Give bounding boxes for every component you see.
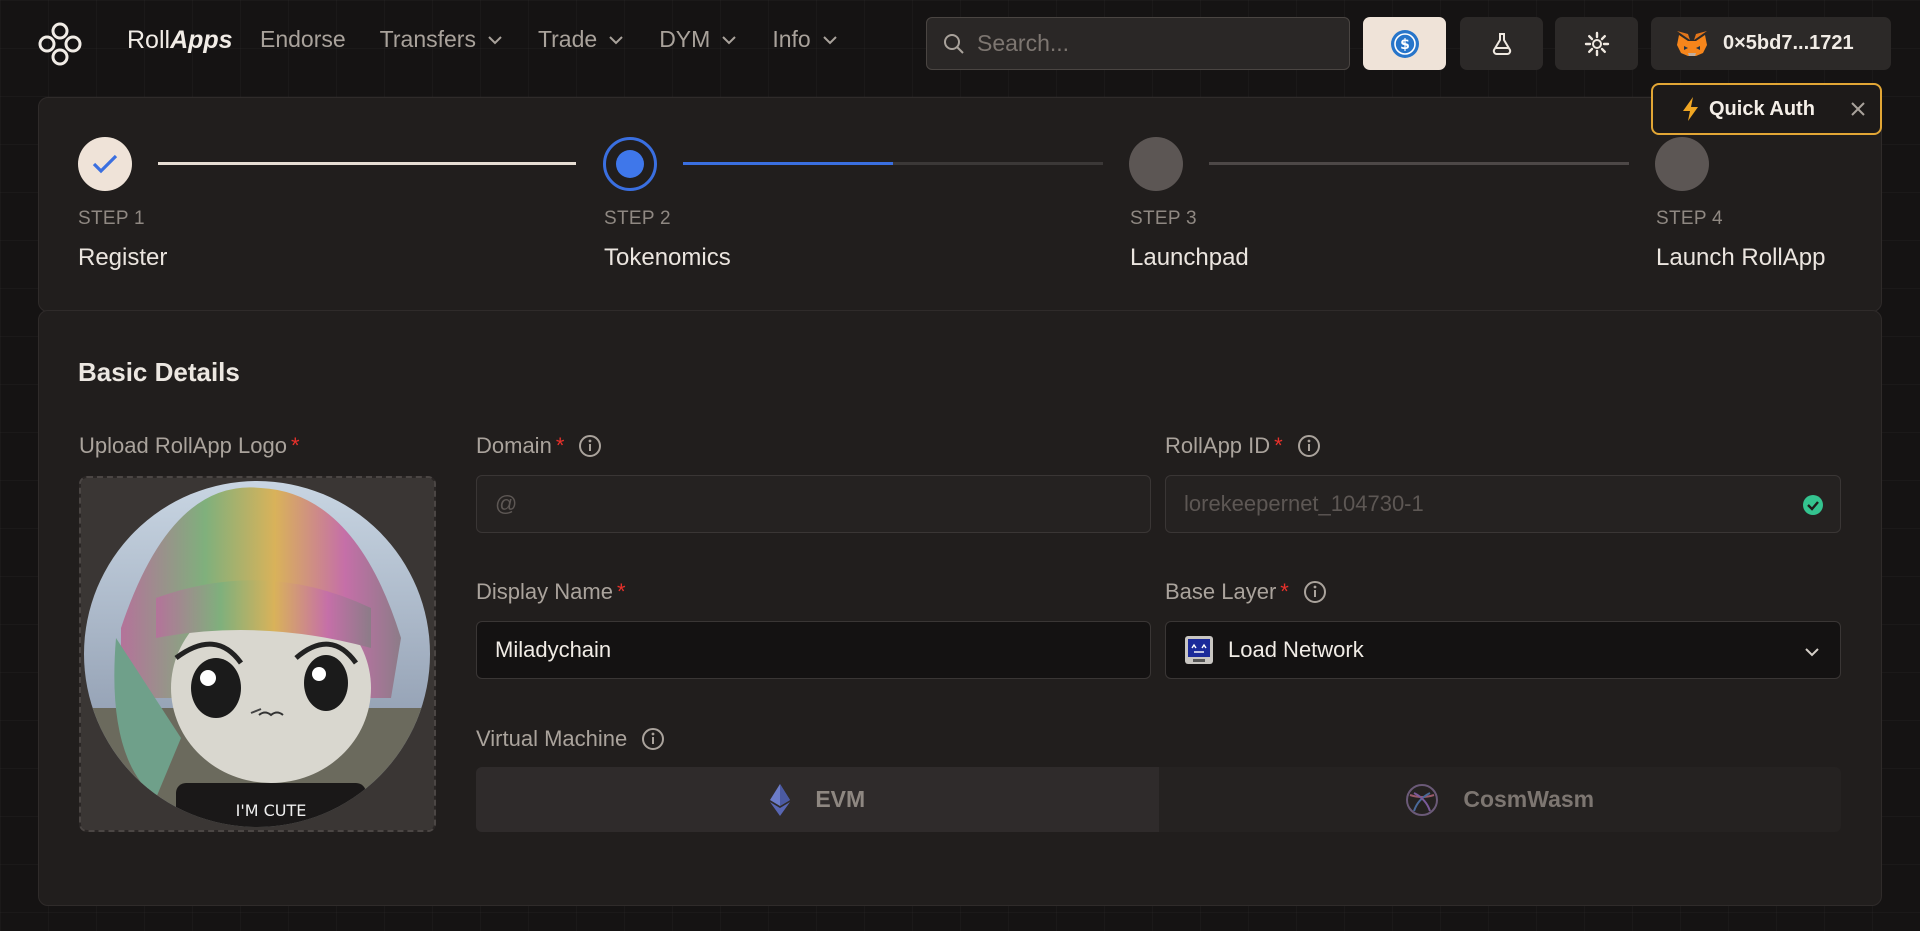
chevron-down-icon — [1805, 648, 1819, 657]
svg-text:$: $ — [1400, 37, 1410, 53]
virtual-machine-label: Virtual Machine — [476, 726, 665, 752]
required-mark: * — [1280, 579, 1289, 604]
domain-label: Domain * — [476, 433, 602, 459]
display-name-field[interactable] — [476, 621, 1151, 679]
step-4-title: Launch RollApp — [1656, 244, 1826, 271]
wallet-button[interactable]: 0×5bd7...1721 — [1651, 17, 1891, 70]
rollapp-id-label: RollApp ID * — [1165, 433, 1321, 459]
virtual-machine-label-text: Virtual Machine — [476, 726, 628, 751]
vm-option-cosmwasm[interactable]: CosmWasm — [1159, 767, 1842, 832]
nav-dym-label: DYM — [659, 26, 711, 52]
brand-name-plain: Roll — [127, 26, 171, 54]
rollapp-logo-image: I'M CUTE — [81, 478, 434, 830]
close-icon[interactable] — [1846, 97, 1870, 121]
stepper-card — [38, 97, 1882, 312]
info-icon[interactable] — [1297, 434, 1321, 458]
chevron-down-icon — [609, 35, 623, 44]
brand-name[interactable]: RollApps — [127, 26, 233, 55]
faucet-button[interactable] — [1460, 17, 1543, 70]
base-layer-value: Load Network — [1228, 637, 1364, 662]
step-connector-3 — [1209, 162, 1629, 165]
main-nav: Endorse Transfers Trade DYM Info — [260, 26, 873, 53]
step-3-label: STEP 3 — [1130, 208, 1197, 229]
gear-icon — [1584, 31, 1609, 56]
search-box[interactable] — [926, 17, 1350, 70]
nav-transfers-label: Transfers — [379, 26, 476, 52]
chevron-down-icon — [822, 35, 837, 44]
display-name-input[interactable] — [495, 637, 1150, 663]
step-3-indicator[interactable] — [1129, 137, 1183, 191]
nav-dym[interactable]: DYM — [659, 26, 738, 53]
checkmark-icon — [92, 154, 118, 174]
step-1-indicator[interactable] — [78, 137, 132, 191]
required-mark: * — [555, 433, 565, 458]
step-4-indicator[interactable] — [1655, 137, 1709, 191]
chevron-down-icon — [488, 35, 502, 44]
required-mark: * — [616, 579, 626, 604]
section-title: Basic Details — [78, 357, 240, 387]
logo-upload-label-text: Upload RollApp Logo — [79, 433, 287, 458]
brand-name-italic: Apps — [170, 26, 233, 54]
rollapp-id-field[interactable] — [1165, 475, 1841, 533]
rollapps-logo-icon[interactable] — [36, 20, 84, 68]
chevron-down-icon — [722, 35, 737, 44]
display-name-label: Display Name * — [476, 579, 626, 605]
info-icon[interactable] — [1303, 580, 1327, 604]
cosmwasm-icon — [1406, 783, 1439, 816]
nav-endorse[interactable]: Endorse — [260, 26, 346, 53]
flask-icon — [1492, 32, 1511, 55]
base-layer-select[interactable]: Load Network — [1165, 621, 1841, 679]
step-4-label: STEP 4 — [1656, 208, 1723, 229]
virtual-machine-toggle: EVM CosmWasm — [476, 767, 1841, 832]
rollapp-id-label-text: RollApp ID — [1165, 433, 1271, 458]
search-icon — [944, 33, 964, 54]
vm-option-evm-label: EVM — [815, 786, 866, 812]
nav-info[interactable]: Info — [772, 26, 838, 53]
nav-trade[interactable]: Trade — [538, 26, 625, 53]
vm-option-evm[interactable]: EVM — [476, 767, 1159, 832]
required-mark: * — [290, 433, 300, 458]
logo-upload-label: Upload RollApp Logo * — [79, 433, 300, 459]
info-icon[interactable] — [641, 727, 665, 751]
usdc-button[interactable]: $ — [1363, 17, 1446, 70]
active-step-dot — [616, 150, 644, 178]
step-2-indicator[interactable] — [603, 137, 657, 191]
step-2-label: STEP 2 — [604, 208, 671, 229]
domain-field[interactable] — [476, 475, 1151, 533]
lightning-icon — [1683, 97, 1698, 121]
valid-check-icon — [1803, 495, 1823, 515]
nav-transfers[interactable]: Transfers — [380, 26, 504, 53]
quick-auth-button[interactable]: Quick Auth — [1651, 83, 1882, 135]
domain-label-text: Domain — [476, 433, 552, 458]
ethereum-icon — [770, 783, 791, 816]
base-layer-label-text: Base Layer — [1165, 579, 1277, 604]
usdc-icon: $ — [1390, 29, 1419, 58]
logo-shirt-text: I'M CUTE — [236, 801, 307, 820]
display-name-label-text: Display Name — [476, 579, 613, 604]
search-input[interactable] — [977, 30, 1337, 57]
logo-upload-dropzone[interactable]: I'M CUTE — [79, 476, 436, 832]
base-layer-label: Base Layer * — [1165, 579, 1327, 605]
step-connector-2 — [683, 162, 1103, 165]
quick-auth-label: Quick Auth — [1709, 97, 1815, 120]
load-network-icon — [1185, 636, 1213, 664]
nav-trade-label: Trade — [537, 26, 598, 52]
top-navbar: RollApps Endorse Transfers Trade DYM Inf… — [0, 0, 1920, 86]
vm-option-cosmwasm-label: CosmWasm — [1463, 786, 1595, 812]
rollapp-id-input[interactable] — [1184, 491, 1840, 517]
step-3-title: Launchpad — [1130, 244, 1249, 271]
step-progress-fill — [683, 162, 893, 165]
required-mark: * — [1274, 433, 1283, 458]
info-icon[interactable] — [578, 434, 602, 458]
nav-info-label: Info — [772, 26, 811, 52]
step-1-title: Register — [78, 244, 168, 271]
step-connector-1 — [158, 162, 576, 165]
nav-endorse-label: Endorse — [260, 26, 346, 52]
step-2-title: Tokenomics — [604, 244, 731, 271]
step-1-label: STEP 1 — [78, 208, 145, 229]
wallet-address: 0×5bd7...1721 — [1723, 32, 1854, 54]
domain-input[interactable] — [495, 491, 1150, 517]
metamask-fox-icon — [1677, 30, 1707, 56]
settings-button[interactable] — [1555, 17, 1638, 70]
